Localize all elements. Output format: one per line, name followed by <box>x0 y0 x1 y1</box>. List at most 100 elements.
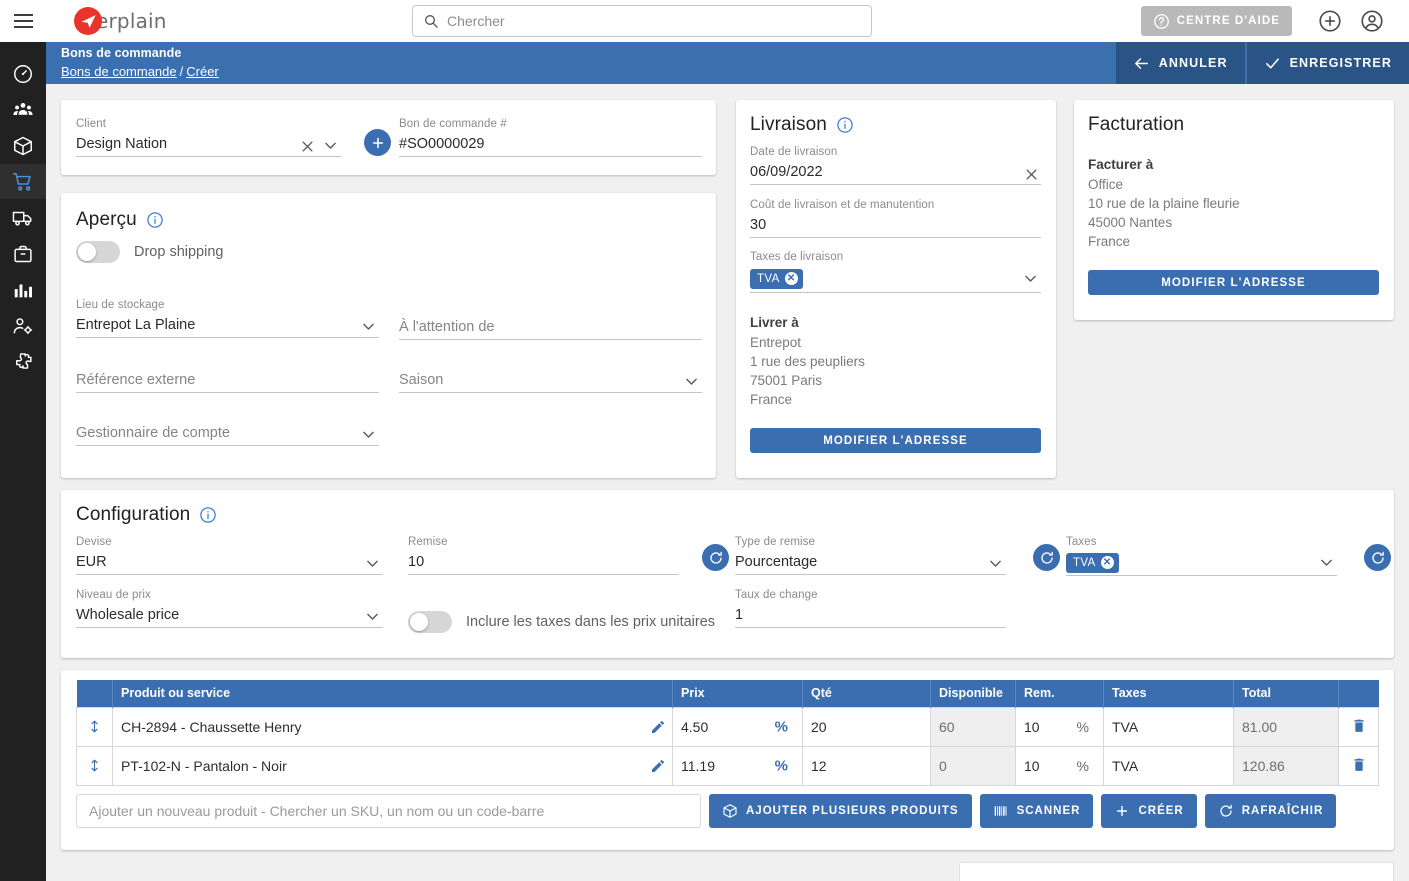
season-chevron-down-icon[interactable] <box>683 373 700 390</box>
configuration-info-icon[interactable] <box>199 506 217 524</box>
client-chevron-down-icon[interactable] <box>322 137 339 154</box>
col-product: Produit ou service <box>112 680 673 707</box>
discount-type-chevron-down-icon[interactable] <box>987 555 1004 572</box>
row-discount-cell[interactable]: 10 % <box>1015 745 1104 786</box>
scan-button[interactable]: SCANNER <box>979 793 1094 828</box>
global-search[interactable] <box>412 5 872 37</box>
refresh-discount-button[interactable] <box>702 544 729 571</box>
delivery-date-field[interactable]: Date de livraison 06/09/2022 <box>750 146 1041 185</box>
shipping-tax-chip[interactable]: TVA ✕ <box>750 268 803 289</box>
po-number-field[interactable]: Bon de commande # #SO0000029 <box>399 118 702 157</box>
add-multiple-products-button[interactable]: AJOUTER PLUSIEURS PRODUITS <box>709 793 972 828</box>
edit-billing-address-button[interactable]: MODIFIER L'ADRESSE <box>1088 270 1379 295</box>
account-manager-field[interactable]: Gestionnaire de compte <box>76 405 379 446</box>
drag-vertical-icon <box>91 721 98 733</box>
breadcrumb-parent-link[interactable]: Bons de commande <box>61 64 177 79</box>
sidebar-item-sales[interactable] <box>0 164 46 199</box>
tax-chip-label: TVA <box>1073 556 1096 569</box>
breadcrumb-current-link[interactable]: Créer <box>186 64 219 79</box>
discount-label: Remise <box>408 536 448 548</box>
storage-location-chevron-down-icon[interactable] <box>360 318 377 335</box>
sidebar-item-user-settings[interactable] <box>0 308 46 343</box>
cancel-button[interactable]: ANNULER <box>1115 42 1245 84</box>
row-discount-cell[interactable]: 10 % <box>1015 706 1104 747</box>
storage-location-field[interactable]: Lieu de stockage Entrepot La Plaine <box>76 299 379 338</box>
row-product-cell[interactable]: PT-102-N - Pantalon - Noir <box>112 745 673 786</box>
sidebar-item-shipping[interactable] <box>0 200 46 235</box>
refresh-products-button[interactable]: RAFRAÎCHIR <box>1204 793 1337 828</box>
brand-logo[interactable]: erplain <box>74 7 167 35</box>
taxes-chevron-down-icon[interactable] <box>1318 554 1335 571</box>
livraison-info-icon[interactable] <box>836 116 854 134</box>
col-drag <box>76 680 113 707</box>
drop-shipping-toggle[interactable] <box>76 241 120 263</box>
currency-field[interactable]: Devise EUR <box>76 536 383 575</box>
client-field[interactable]: Client Design Nation <box>76 118 341 157</box>
sidebar-item-reports[interactable] <box>0 272 46 307</box>
create-product-button[interactable]: CRÉER <box>1101 793 1197 828</box>
row-price-percent-icon[interactable]: % <box>775 718 788 735</box>
sidebar-item-dashboard[interactable] <box>0 56 46 91</box>
discount-field[interactable]: Remise 10 <box>408 536 679 575</box>
ship-to-block: Livrer à Entrepot 1 rue des peupliers 75… <box>750 315 865 409</box>
include-taxes-toggle[interactable] <box>408 611 452 633</box>
edit-product-icon[interactable] <box>650 719 666 735</box>
shipping-cost-field[interactable]: Coût de livraison et de manutention 30 <box>750 199 1041 238</box>
row-drag-handle[interactable] <box>76 745 113 786</box>
drop-shipping-row: Drop shipping <box>76 241 223 263</box>
refresh-taxes-button[interactable] <box>1364 544 1391 571</box>
shopping-cart-icon <box>12 172 31 191</box>
row-delete-cell[interactable] <box>1338 745 1379 786</box>
row-price-percent-icon[interactable]: % <box>775 757 788 774</box>
apercu-info-icon[interactable] <box>146 211 164 229</box>
row-price-cell[interactable]: 4.50 % <box>672 706 803 747</box>
add-product-input[interactable] <box>76 793 701 828</box>
exchange-rate-field[interactable]: Taux de change 1 <box>735 589 1006 628</box>
remove-shipping-tax-icon[interactable]: ✕ <box>784 272 798 285</box>
scan-label: SCANNER <box>1016 804 1081 817</box>
sidebar-item-products[interactable] <box>0 128 46 163</box>
row-delete-cell[interactable] <box>1338 706 1379 747</box>
edit-shipping-address-button[interactable]: MODIFIER L'ADRESSE <box>750 428 1041 453</box>
row-taxes-cell[interactable]: TVA <box>1103 745 1234 786</box>
shipping-taxes-field[interactable]: Taxes de livraison TVA ✕ <box>750 251 1041 293</box>
bill-to-line-4: France <box>1088 234 1131 249</box>
clear-delivery-date-icon[interactable] <box>1024 167 1039 182</box>
sidebar-item-integrations[interactable] <box>0 344 46 379</box>
add-client-button[interactable] <box>364 129 391 156</box>
external-ref-field[interactable]: Référence externe <box>76 352 379 393</box>
row-taxes-value: TVA <box>1112 718 1139 735</box>
clear-client-icon[interactable] <box>300 139 315 154</box>
help-center-button[interactable]: CENTRE D'AIDE <box>1140 6 1292 36</box>
row-drag-handle[interactable] <box>76 706 113 747</box>
hamburger-menu-icon[interactable] <box>0 14 46 28</box>
price-level-chevron-down-icon[interactable] <box>364 608 381 625</box>
price-level-field[interactable]: Niveau de prix Wholesale price <box>76 589 383 628</box>
season-field[interactable]: Saison <box>399 352 702 393</box>
add-new-button[interactable] <box>1317 8 1343 34</box>
row-qty-cell[interactable]: 20 <box>802 706 931 747</box>
edit-product-icon[interactable] <box>650 758 666 774</box>
row-qty-cell[interactable]: 12 <box>802 745 931 786</box>
row-product-cell[interactable]: CH-2894 - Chaussette Henry <box>112 706 673 747</box>
discount-type-field[interactable]: Type de remise Pourcentage <box>735 536 1006 575</box>
items-table-header-row: Produit ou service Prix Qté Disponible R… <box>76 680 1379 707</box>
taxes-field[interactable]: Taxes TVA ✕ <box>1066 536 1337 576</box>
account-manager-chevron-down-icon[interactable] <box>360 426 377 443</box>
tax-chip[interactable]: TVA ✕ <box>1066 552 1119 573</box>
currency-chevron-down-icon[interactable] <box>364 555 381 572</box>
breadcrumb: Bons de commande / Créer <box>61 64 219 79</box>
row-price-cell[interactable]: 11.19 % <box>672 745 803 786</box>
shipping-taxes-chevron-down-icon[interactable] <box>1022 270 1039 287</box>
refresh-discount-type-button[interactable] <box>1033 544 1060 571</box>
attention-field[interactable]: À l'attention de <box>399 299 702 340</box>
account-button[interactable] <box>1359 8 1385 34</box>
save-button[interactable]: ENREGISTRER <box>1244 42 1409 84</box>
search-input[interactable] <box>447 13 861 29</box>
sidebar-item-contacts[interactable] <box>0 92 46 127</box>
col-discount: Rem. <box>1015 680 1104 707</box>
row-taxes-cell[interactable]: TVA <box>1103 706 1234 747</box>
sidebar-item-purchases[interactable] <box>0 236 46 271</box>
remove-tax-icon[interactable]: ✕ <box>1100 556 1114 569</box>
people-icon <box>13 102 33 115</box>
